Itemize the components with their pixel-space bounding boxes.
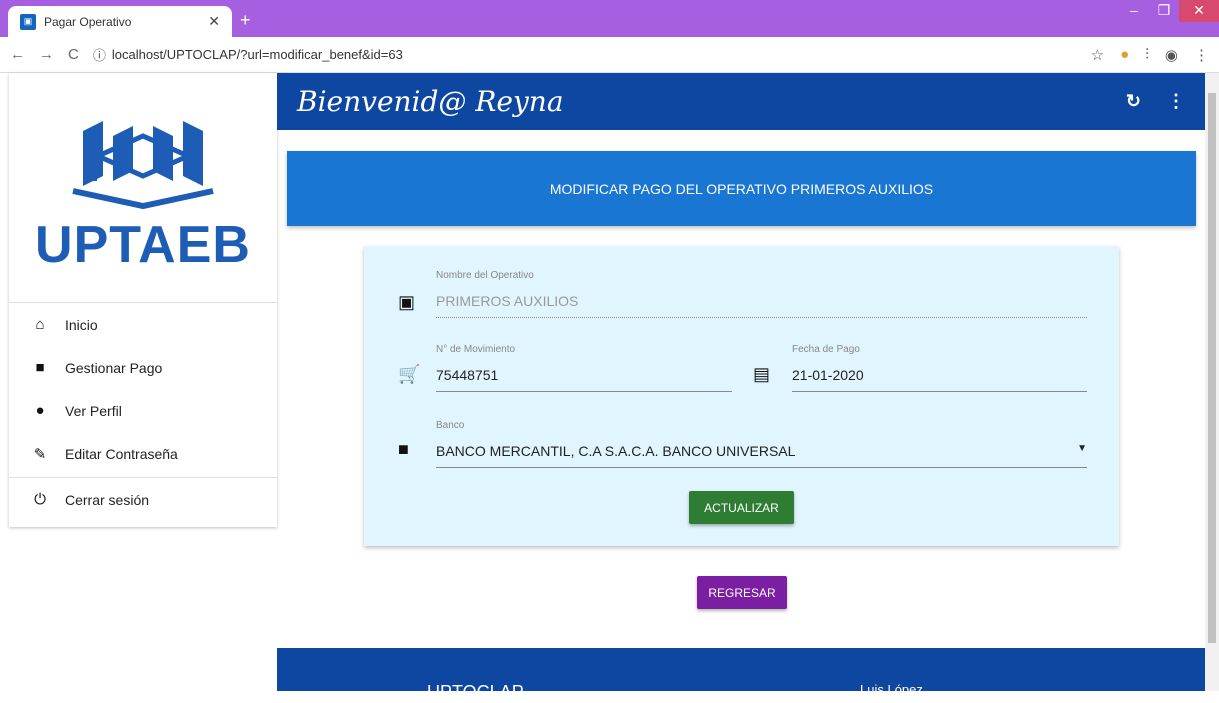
calendar-icon: ▤ (753, 364, 771, 384)
star-icon[interactable]: ☆ (1091, 46, 1104, 64)
pencil-icon: ✎ (33, 445, 47, 463)
logout-label: Cerrar sesión (65, 491, 150, 508)
top-app-bar: Bienvenid@ Reyna ↻ ⋮ (277, 73, 1205, 130)
sidebar-item-ver-perfil[interactable]: ● Ver Perfil (9, 389, 277, 432)
browser-tab-bar: ▣ Pagar Operativo ✕ + – ❐ ✕ (0, 0, 1219, 37)
extension-icon[interactable]: ⫶ (1145, 46, 1149, 63)
logo-emblem-icon (72, 120, 214, 209)
sidebar: UPTAEB ⌂ Inicio ■ Gestionar Pago ● Ver P… (9, 73, 277, 527)
actualizar-button[interactable]: ACTUALIZAR (689, 491, 794, 524)
sidebar-item-label: Gestionar Pago (65, 359, 163, 376)
minimize-icon[interactable]: – (1119, 0, 1149, 22)
back-icon[interactable]: ← (10, 46, 25, 63)
banco-select[interactable]: BANCO MERCANTIL, C.A S.A.C.A. BANCO UNIV… (436, 443, 1087, 468)
movimiento-field[interactable]: N° de Movimiento 75448751 (436, 344, 732, 392)
logo: UPTAEB (9, 73, 277, 303)
new-tab-icon[interactable]: + (240, 10, 251, 31)
sidebar-item-editar-contrasena[interactable]: ✎ Editar Contraseña (9, 432, 277, 475)
sidebar-item-label: Ver Perfil (65, 402, 122, 419)
footer: UPTOCLAP Luis López (277, 648, 1205, 702)
more-menu-icon[interactable]: ⋮ (1167, 91, 1185, 112)
refresh-icon[interactable]: ↻ (1126, 91, 1141, 112)
scrollbar-thumb[interactable] (1208, 93, 1216, 643)
operativo-value: PRIMEROS AUXILIOS (436, 293, 1087, 318)
maximize-icon[interactable]: ❐ (1149, 0, 1179, 22)
favicon-icon: ▣ (20, 13, 36, 30)
fecha-label: Fecha de Pago (792, 344, 860, 355)
banco-selected-value: BANCO MERCANTIL, C.A S.A.C.A. BANCO UNIV… (436, 443, 796, 459)
bank-briefcase-icon: ■ (398, 439, 409, 459)
briefcase-arrow-icon: ▣ (398, 292, 416, 312)
close-tab-icon[interactable]: ✕ (208, 13, 220, 30)
page-title: Bienvenid@ Reyna (297, 85, 564, 118)
menu-icon[interactable]: ⋮ (1194, 46, 1209, 64)
banner-title: MODIFICAR PAGO DEL OPERATIVO PRIMEROS AU… (549, 180, 934, 197)
sidebar-item-label: Editar Contraseña (65, 445, 178, 462)
operativo-field[interactable]: Nombre del Operativo PRIMEROS AUXILIOS (436, 270, 1087, 318)
footer-author: Luis López (860, 682, 923, 697)
banco-label: Banco (436, 420, 465, 431)
window-controls: – ❐ ✕ (1119, 0, 1219, 22)
cookie-icon[interactable]: ● (1120, 46, 1129, 63)
dropdown-arrow-icon: ▼ (1077, 443, 1087, 454)
tab-title: Pagar Operativo (44, 14, 132, 29)
logo-text: UPTAEB (35, 215, 251, 274)
logout-button[interactable]: ⏻ Cerrar sesión (9, 478, 277, 521)
briefcase-icon: ■ (35, 359, 45, 376)
sidebar-item-inicio[interactable]: ⌂ Inicio (9, 303, 277, 346)
person-icon: ● (35, 402, 45, 419)
fecha-input[interactable]: 21-01-2020 (792, 367, 1087, 392)
close-window-icon[interactable]: ✕ (1179, 0, 1219, 22)
banco-field[interactable]: Banco BANCO MERCANTIL, C.A S.A.C.A. BANC… (436, 420, 1087, 468)
url-field[interactable]: localhost/UPTOCLAP/?url=modificar_benef&… (112, 47, 403, 62)
browser-tab[interactable]: ▣ Pagar Operativo ✕ (8, 6, 232, 37)
address-bar: ← → C ⓘ localhost/UPTOCLAP/?url=modifica… (0, 37, 1219, 73)
cart-icon: 🛒 (398, 364, 421, 384)
movimiento-input[interactable]: 75448751 (436, 367, 732, 392)
form-banner: MODIFICAR PAGO DEL OPERATIVO PRIMEROS AU… (287, 151, 1196, 226)
fecha-field[interactable]: Fecha de Pago 21-01-2020 (792, 344, 1087, 392)
footer-brand: UPTOCLAP (427, 682, 524, 702)
power-icon: ⏻ (34, 491, 46, 508)
reload-icon[interactable]: C (68, 46, 79, 63)
scrollbar[interactable] (1205, 73, 1219, 691)
operativo-label: Nombre del Operativo (436, 270, 534, 281)
account-icon[interactable]: ◉ (1165, 46, 1178, 64)
sidebar-item-label: Inicio (65, 316, 98, 333)
regresar-button[interactable]: REGRESAR (697, 576, 787, 609)
sidebar-item-gestionar-pago[interactable]: ■ Gestionar Pago (9, 346, 277, 389)
info-icon[interactable]: ⓘ (93, 45, 106, 64)
movimiento-label: N° de Movimiento (436, 344, 516, 355)
forward-icon[interactable]: → (39, 46, 54, 63)
home-icon: ⌂ (35, 316, 45, 333)
